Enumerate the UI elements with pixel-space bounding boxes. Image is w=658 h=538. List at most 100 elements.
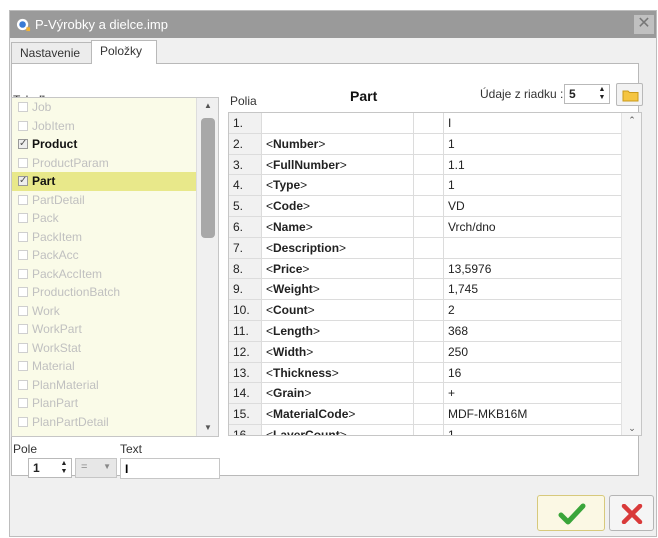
checkbox[interactable] xyxy=(18,398,28,408)
close-icon: ✕ xyxy=(637,15,651,32)
tables-list[interactable]: Job JobItem Product ProductParam Part PartDet… xyxy=(11,97,219,437)
table-item[interactable]: PlanPartDetail xyxy=(12,413,218,432)
table-item[interactable]: ProductionBatch xyxy=(12,283,218,302)
field-value: Vrch/dno xyxy=(448,220,496,234)
field-name-cell: <Count> xyxy=(262,300,414,320)
checkbox[interactable] xyxy=(18,231,28,242)
tab-polozky[interactable]: Položky xyxy=(91,40,157,64)
field-value: 1 xyxy=(33,461,40,475)
table-item[interactable]: Product xyxy=(12,135,218,154)
cancel-button[interactable] xyxy=(609,495,654,531)
row-number: 3. xyxy=(229,154,262,175)
open-folder-button[interactable] xyxy=(616,83,643,106)
operator-select[interactable]: = ▼ xyxy=(75,458,117,478)
scroll-up-icon[interactable]: ▲ xyxy=(197,98,218,114)
table-row[interactable]: 4. <Type> 1 xyxy=(229,175,621,197)
checkbox[interactable] xyxy=(18,416,28,427)
table-row[interactable]: 15. <MaterialCode> MDF-MKB16M xyxy=(229,404,621,425)
table-row[interactable]: 14. <Grain> + xyxy=(229,383,621,405)
table-row[interactable]: 13. <Thickness> 16 xyxy=(229,362,621,384)
table-row[interactable]: 12. <Width> 250 xyxy=(229,341,621,363)
table-item[interactable]: PackItem xyxy=(12,228,218,247)
field-name-cell: <Width> xyxy=(262,341,414,362)
field-value: VD xyxy=(448,199,465,214)
grid-scroll-up-icon[interactable]: ⌃ xyxy=(622,113,641,127)
checkbox[interactable] xyxy=(18,268,28,279)
fields-label: Polia xyxy=(230,94,257,108)
checkbox[interactable] xyxy=(18,287,28,297)
table-item[interactable]: PlanMaterial xyxy=(12,376,218,395)
tables-scrollbar[interactable]: ▲ ▼ xyxy=(196,98,218,436)
ok-button[interactable] xyxy=(537,495,605,531)
grid-scroll-down-icon[interactable]: ⌄ xyxy=(622,421,641,435)
table-row[interactable]: 1. I xyxy=(229,113,621,134)
empty-cell xyxy=(414,279,444,300)
field-name-cell: <Code> xyxy=(262,196,414,216)
empty-cell xyxy=(414,175,444,196)
table-item[interactable]: JobItem xyxy=(12,117,218,136)
empty-cell xyxy=(414,258,444,279)
field-stepper-arrows-icon[interactable]: ▲ ▼ xyxy=(59,460,69,476)
field-value: I xyxy=(448,116,452,130)
tab-nastavenie[interactable]: Nastavenie xyxy=(11,42,92,63)
checkbox[interactable] xyxy=(18,157,28,168)
table-row[interactable]: 10. <Count> 2 xyxy=(229,300,621,321)
table-item[interactable]: PlanPart xyxy=(12,394,218,413)
table-row[interactable]: 3. <FullNumber> 1.1 xyxy=(229,154,621,176)
table-item[interactable]: PartDetail xyxy=(12,191,218,210)
checkbox[interactable] xyxy=(18,172,28,190)
table-item-label: PackAccItem xyxy=(32,266,103,281)
scroll-thumb[interactable] xyxy=(201,118,215,238)
checkbox[interactable] xyxy=(18,194,28,205)
filter-text-input[interactable] xyxy=(120,458,220,479)
row-number: 15. xyxy=(229,404,262,424)
checkbox[interactable] xyxy=(18,342,28,353)
checkbox[interactable] xyxy=(18,324,28,334)
table-row[interactable]: 6. <Name> Vrch/dno xyxy=(229,217,621,238)
field-stepper[interactable]: 1 ▲ ▼ xyxy=(28,458,72,478)
checkbox[interactable] xyxy=(18,361,28,371)
field-name-cell: <Thickness> xyxy=(262,362,414,383)
field-value: 16 xyxy=(448,365,462,380)
empty-cell xyxy=(414,196,444,216)
empty-cell xyxy=(414,300,444,320)
field-name: FullNumber xyxy=(273,157,340,172)
table-item[interactable]: PackAcc xyxy=(12,246,218,265)
fields-grid[interactable]: 1. I 2. <Number> 1 3. <FullNumber> 1.1 4. <Type> 1… xyxy=(228,112,642,436)
scroll-down-icon[interactable]: ▼ xyxy=(197,420,218,436)
empty-cell xyxy=(414,383,444,404)
checkbox[interactable] xyxy=(18,250,28,260)
field-name-cell: <Price> xyxy=(262,258,414,279)
table-row[interactable]: 9. <Weight> 1,745 xyxy=(229,279,621,301)
field-name-cell: <Name> xyxy=(262,217,414,237)
grid-scrollbar[interactable]: ⌃ ⌄ xyxy=(621,113,641,435)
table-item[interactable]: Work xyxy=(12,302,218,321)
row-data-stepper[interactable]: 5 ▲ ▼ xyxy=(564,84,610,104)
checkbox[interactable] xyxy=(18,120,28,131)
table-row[interactable]: 16. <LayerCount> 1 xyxy=(229,425,621,435)
table-item[interactable]: WorkStat xyxy=(12,339,218,358)
field-name: Price xyxy=(273,261,303,276)
checkbox[interactable] xyxy=(18,102,28,112)
table-item[interactable]: Job xyxy=(12,98,218,117)
table-row[interactable]: 8. <Price> 13,5976 xyxy=(229,258,621,280)
table-item[interactable]: Material xyxy=(12,357,218,376)
checkbox[interactable] xyxy=(18,135,28,153)
table-item[interactable]: Part xyxy=(12,172,196,191)
table-row[interactable]: 2. <Number> 1 xyxy=(229,133,621,155)
table-item[interactable]: PackAccItem xyxy=(12,265,218,284)
table-row[interactable]: 7. <Description> xyxy=(229,237,621,259)
row-number: 10. xyxy=(229,300,262,320)
field-name: Thickness xyxy=(273,365,332,380)
table-item[interactable]: WorkPart xyxy=(12,320,218,339)
checkbox[interactable] xyxy=(18,379,28,390)
checkbox[interactable] xyxy=(18,213,28,223)
stepper-arrows-icon[interactable]: ▲ ▼ xyxy=(597,86,607,102)
table-row[interactable]: 11. <Length> 368 xyxy=(229,321,621,342)
table-row[interactable]: 5. <Code> VD xyxy=(229,196,621,217)
close-button[interactable]: ✕ xyxy=(634,15,654,34)
table-item[interactable]: Pack xyxy=(12,209,218,228)
checkbox[interactable] xyxy=(18,305,28,316)
table-item[interactable]: ProductParam xyxy=(12,154,218,173)
empty-cell xyxy=(414,321,444,341)
